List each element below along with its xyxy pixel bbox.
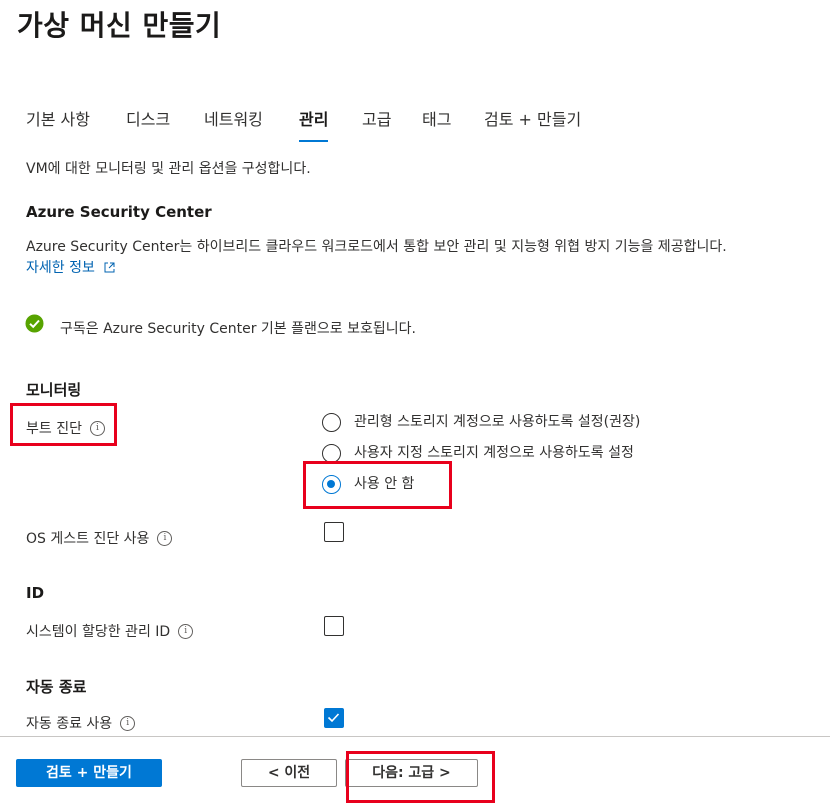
tab-tags[interactable]: 태그 (422, 106, 451, 142)
system-identity-checkbox[interactable] (324, 616, 344, 636)
os-guest-diagnostics-checkbox[interactable] (324, 522, 344, 542)
checkmark-icon (327, 713, 340, 723)
page-title: 가상 머신 만들기 (17, 9, 222, 42)
radio-managed-storage[interactable] (322, 413, 341, 432)
security-center-heading: Azure Security Center (26, 203, 212, 221)
auto-shutdown-checkbox[interactable] (324, 708, 344, 728)
tab-basics[interactable]: 기본 사항 (26, 106, 90, 142)
tab-review-create[interactable]: 검토 + 만들기 (484, 106, 581, 142)
security-status-text: 구독은 Azure Security Center 기본 플랜으로 보호됩니다. (60, 321, 416, 337)
info-icon[interactable]: i (178, 623, 194, 639)
boot-diag-option-managed[interactable]: 관리형 스토리지 계정으로 사용하도록 설정(권장) (322, 413, 722, 433)
radio-disabled[interactable] (322, 475, 341, 494)
tab-advanced[interactable]: 고급 (362, 106, 391, 142)
radio-custom-storage[interactable] (322, 444, 341, 463)
system-identity-row: 시스템이 할당한 관리 ID i (26, 621, 194, 641)
previous-button[interactable]: < 이전 (241, 759, 337, 787)
boot-diagnostics-label: 부트 진단 (26, 421, 82, 437)
os-guest-diagnostics-row: OS 게스트 진단 사용 i (26, 528, 173, 548)
system-identity-label: 시스템이 할당한 관리 ID (26, 624, 171, 640)
tab-networking[interactable]: 네트워킹 (204, 106, 263, 142)
boot-diag-option-custom[interactable]: 사용자 지정 스토리지 계정으로 사용하도록 설정 (322, 444, 722, 464)
auto-shutdown-heading: 자동 종료 (26, 678, 87, 696)
os-guest-diagnostics-label: OS 게스트 진단 사용 (26, 531, 150, 547)
learn-more-label: 자세한 정보 (26, 260, 95, 276)
identity-heading: ID (26, 584, 45, 602)
boot-diagnostics-label-row: 부트 진단 i (26, 418, 105, 438)
boot-diag-option-disabled[interactable]: 사용 안 함 (322, 475, 522, 495)
tab-disks[interactable]: 디스크 (126, 106, 170, 142)
tab-management[interactable]: 관리 (299, 106, 329, 142)
info-icon[interactable]: i (157, 530, 173, 546)
radio-managed-storage-label: 관리형 스토리지 계정으로 사용하도록 설정(권장) (354, 414, 641, 430)
radio-custom-storage-label: 사용자 지정 스토리지 계정으로 사용하도록 설정 (354, 445, 634, 461)
learn-more-link[interactable]: 자세한 정보 (26, 257, 115, 277)
footer-divider (0, 736, 830, 737)
external-link-icon (104, 262, 115, 273)
info-icon[interactable]: i (120, 715, 136, 731)
review-create-button[interactable]: 검토 + 만들기 (16, 759, 162, 787)
security-center-description: Azure Security Center는 하이브리드 클라우드 워크로드에서… (26, 239, 727, 255)
auto-shutdown-row: 자동 종료 사용 i (26, 713, 136, 733)
radio-disabled-label: 사용 안 함 (354, 476, 415, 492)
next-button[interactable]: 다음: 고급 > (345, 759, 478, 787)
auto-shutdown-label: 자동 종료 사용 (26, 716, 113, 732)
success-check-icon (25, 314, 44, 333)
info-icon[interactable]: i (89, 420, 105, 436)
intro-text: VM에 대한 모니터링 및 관리 옵션을 구성합니다. (26, 161, 311, 177)
tab-bar: 기본 사항 디스크 네트워킹 관리 고급 태그 검토 + 만들기 (0, 106, 830, 142)
monitoring-heading: 모니터링 (26, 381, 82, 399)
